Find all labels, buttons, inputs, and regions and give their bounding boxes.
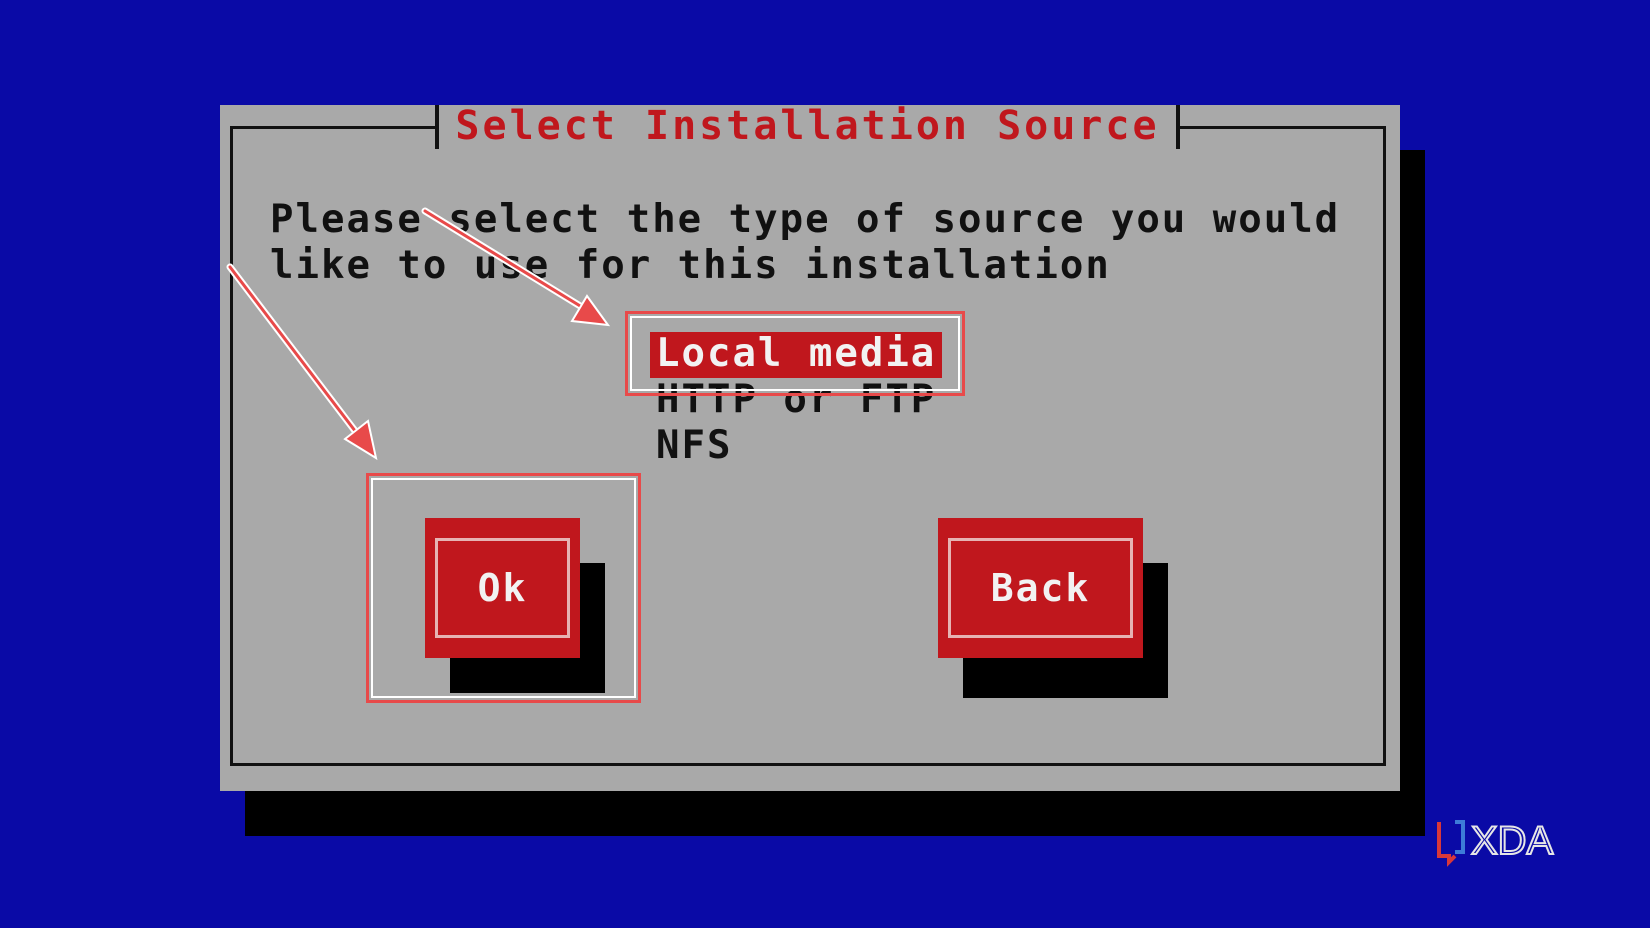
arrow-to-local-media [421, 207, 611, 327]
arrow-to-ok-button [226, 263, 378, 461]
logo-text: XDA [1471, 819, 1554, 863]
annotation-arrows [226, 207, 611, 461]
xda-logo: XDA [1437, 818, 1555, 867]
